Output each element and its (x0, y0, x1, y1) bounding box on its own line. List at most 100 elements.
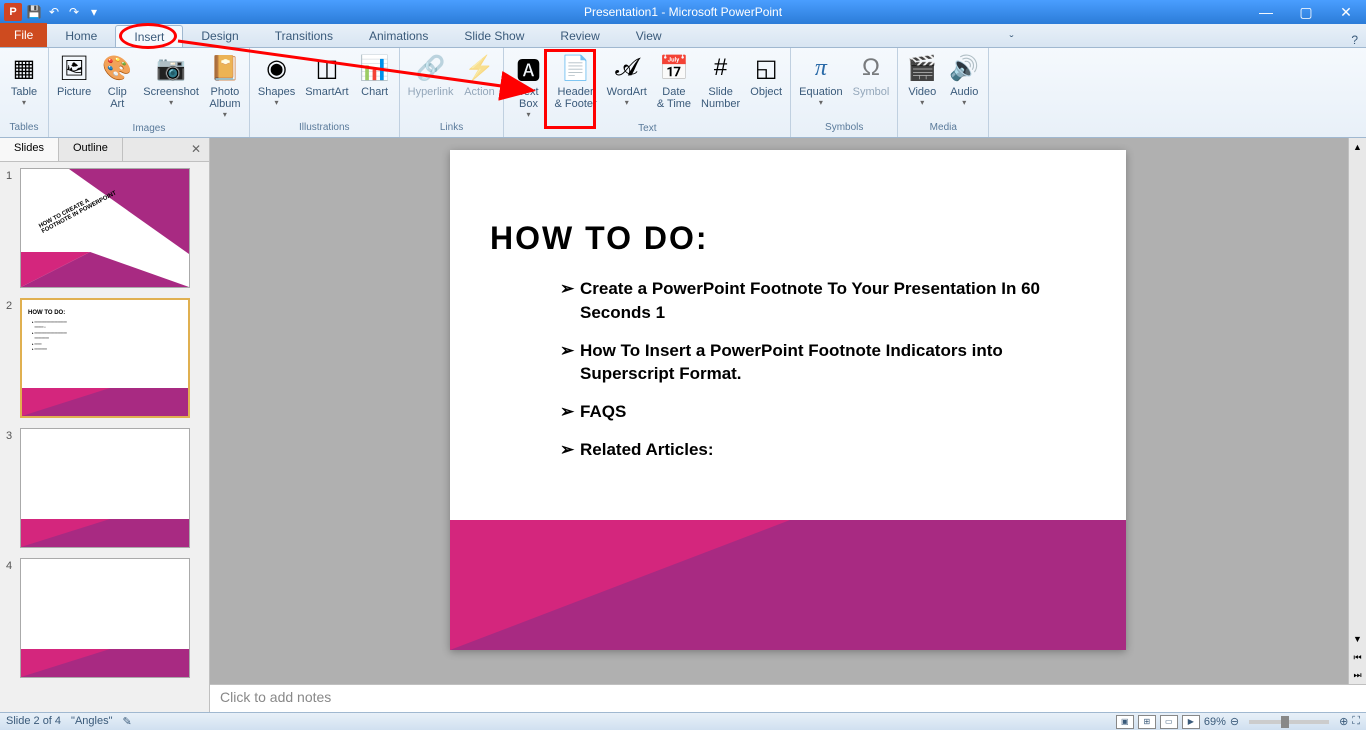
file-tab[interactable]: File (0, 23, 47, 47)
status-bar: Slide 2 of 4 "Angles" ✎ ▣ ⊞ ▭ ▶ 69% ⊖ ⊕ … (0, 712, 1366, 730)
datetime-button[interactable]: 📅 Date & Time (653, 50, 695, 112)
slide-bullet: How To Insert a PowerPoint Footnote Indi… (560, 339, 1066, 387)
chevron-down-icon: ▾ (169, 98, 173, 107)
group-label-links: Links (404, 120, 500, 135)
equation-button[interactable]: π Equation ▾ (795, 50, 846, 109)
slide[interactable]: HOW TO DO: Create a PowerPoint Footnote … (450, 150, 1126, 650)
slide-count-label: Slide 2 of 4 (6, 715, 61, 728)
chevron-down-icon: ▾ (22, 98, 26, 107)
slide-thumbnail-2[interactable]: HOW TO DO: ▸ ━━━━━━━━━━━━━━━━━━ ━━━━━ ▪ … (20, 298, 190, 418)
prev-slide-icon[interactable]: ⏮ (1349, 648, 1366, 666)
chevron-down-icon: ▾ (526, 110, 530, 119)
slideshow-view-button[interactable]: ▶ (1182, 715, 1200, 729)
picture-button[interactable]: 🖼 Picture (53, 50, 95, 100)
undo-icon[interactable]: ↶ (46, 4, 62, 20)
notes-input[interactable]: Click to add notes (210, 684, 1366, 712)
scroll-up-icon[interactable]: ▲ (1349, 138, 1366, 156)
group-label-symbols: Symbols (795, 120, 893, 135)
object-button[interactable]: ◱ Object (746, 50, 786, 100)
photoalbum-button[interactable]: 📔 Photo Album ▾ (205, 50, 245, 121)
wordart-button[interactable]: 𝓐 WordArt ▾ (603, 50, 651, 109)
audio-icon: 🔊 (948, 52, 980, 84)
tab-view[interactable]: View (618, 25, 680, 47)
smartart-label: SmartArt (305, 86, 348, 98)
tab-slideshow[interactable]: Slide Show (446, 25, 542, 47)
reading-view-button[interactable]: ▭ (1160, 715, 1178, 729)
datetime-icon: 📅 (658, 52, 690, 84)
zoom-slider[interactable] (1249, 720, 1329, 724)
tab-design[interactable]: Design (183, 25, 256, 47)
thumb-number: 1 (6, 168, 20, 288)
maximize-button[interactable]: ▢ (1286, 0, 1326, 24)
slidenumber-button[interactable]: # Slide Number (697, 50, 744, 112)
screenshot-label: Screenshot (143, 86, 199, 98)
slide-thumbnail-4[interactable] (20, 558, 190, 678)
headerfooter-label: Header & Footer (554, 86, 596, 110)
editor-area: HOW TO DO: Create a PowerPoint Footnote … (210, 138, 1366, 712)
clipart-button[interactable]: 🎨 Clip Art (97, 50, 137, 112)
table-button[interactable]: ▦ Table ▾ (4, 50, 44, 109)
video-icon: 🎬 (906, 52, 938, 84)
headerfooter-button[interactable]: 📄 Header & Footer (550, 50, 600, 112)
shapes-button[interactable]: ◉ Shapes ▾ (254, 50, 299, 109)
spellcheck-icon[interactable]: ✎ (123, 715, 132, 728)
wordart-icon: 𝓐 (611, 52, 643, 84)
tab-review[interactable]: Review (542, 25, 617, 47)
chevron-down-icon: ▾ (819, 98, 823, 107)
chart-icon: 📊 (359, 52, 391, 84)
slide-title: HOW TO DO: (450, 150, 1126, 277)
symbol-button: Ω Symbol (849, 50, 894, 100)
sorter-view-button[interactable]: ⊞ (1138, 715, 1156, 729)
tab-animations[interactable]: Animations (351, 25, 446, 47)
ribbon-group-tables: ▦ Table ▾ Tables (0, 48, 49, 137)
normal-view-button[interactable]: ▣ (1116, 715, 1134, 729)
tab-home[interactable]: Home (47, 25, 115, 47)
slide-canvas: HOW TO DO: Create a PowerPoint Footnote … (210, 138, 1366, 684)
slide-panel: Slides Outline ✕ 1 HOW TO CREATE A FOOTN… (0, 138, 210, 712)
textbox-button[interactable]: 🅰 Text Box ▾ (508, 50, 548, 121)
slide-thumbnail-1[interactable]: HOW TO CREATE A FOOTNOTE IN POWERPOINT (20, 168, 190, 288)
close-button[interactable]: ✕ (1326, 0, 1366, 24)
window-title: Presentation1 - Microsoft PowerPoint (584, 5, 782, 19)
next-slide-icon[interactable]: ⏭ (1349, 666, 1366, 684)
textbox-icon: 🅰 (512, 52, 544, 84)
action-label: Action (464, 86, 495, 98)
action-icon: ⚡ (463, 52, 495, 84)
slide-thumbnail-3[interactable] (20, 428, 190, 548)
zoom-in-button[interactable]: ⊕ (1339, 715, 1348, 728)
thumbnail-item: 1 HOW TO CREATE A FOOTNOTE IN POWERPOINT (6, 168, 203, 288)
slides-panel-tab[interactable]: Slides (0, 138, 59, 161)
outline-panel-tab[interactable]: Outline (59, 138, 123, 161)
save-icon[interactable]: 💾 (26, 4, 42, 20)
scroll-down-icon[interactable]: ▼ (1349, 630, 1366, 648)
screenshot-icon: 📷 (155, 52, 187, 84)
zoom-level: 69% (1204, 716, 1226, 728)
thumbnail-item: 3 (6, 428, 203, 548)
panel-close-icon[interactable]: ✕ (183, 138, 209, 161)
minimize-button[interactable]: — (1246, 0, 1286, 24)
tab-insert[interactable]: Insert (115, 25, 183, 47)
scroll-track[interactable] (1349, 156, 1366, 630)
qat-dropdown-icon[interactable]: ▾ (86, 4, 102, 20)
wordart-label: WordArt (607, 86, 647, 98)
object-label: Object (750, 86, 782, 98)
chevron-down-icon: ▾ (962, 98, 966, 107)
zoom-out-button[interactable]: ⊖ (1230, 715, 1239, 728)
audio-button[interactable]: 🔊 Audio ▾ (944, 50, 984, 109)
help-icon[interactable]: ? (1343, 33, 1366, 47)
chart-button[interactable]: 📊 Chart (355, 50, 395, 100)
table-label: Table (11, 86, 37, 98)
smartart-button[interactable]: ◫ SmartArt (301, 50, 352, 100)
slide-bullet: Create a PowerPoint Footnote To Your Pre… (560, 277, 1066, 325)
ribbon-group-text: 🅰 Text Box ▾ 📄 Header & Footer 𝓐 WordArt… (504, 48, 791, 137)
video-button[interactable]: 🎬 Video ▾ (902, 50, 942, 109)
group-label-tables: Tables (4, 120, 44, 135)
tab-transitions[interactable]: Transitions (257, 25, 351, 47)
redo-icon[interactable]: ↷ (66, 4, 82, 20)
fit-to-window-button[interactable]: ⛶ (1352, 715, 1360, 728)
slide-bullet: FAQS (560, 400, 1066, 424)
minimize-ribbon-icon[interactable]: ˇ (1001, 33, 1021, 47)
vertical-scrollbar[interactable]: ▲ ▼ ⏮ ⏭ (1348, 138, 1366, 684)
chevron-down-icon: ▾ (920, 98, 924, 107)
screenshot-button[interactable]: 📷 Screenshot ▾ (139, 50, 203, 109)
